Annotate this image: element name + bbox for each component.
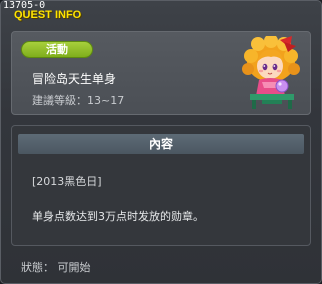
quest-type-badge: 活動 (21, 41, 93, 58)
quest-content-panel: 內容 [2013黑色日] 单身点数达到3万点时发放的勋章。 (11, 125, 311, 246)
quest-summary-panel: 活動 冒险岛天生单身 建議等級：13~17 (11, 31, 311, 115)
quest-status: 狀態： 可開始 (21, 261, 91, 274)
quest-info-window: 13705-0 QUEST INFO 活動 冒险岛天生单身 建議等級：13~17 (0, 0, 322, 284)
recommended-level: 建議等級：13~17 (32, 94, 125, 107)
content-description: 单身点数达到3万点时发放的勋章。 (32, 210, 204, 223)
quest-name: 冒险岛天生单身 (32, 72, 117, 86)
content-event-tag: [2013黑色日] (32, 175, 102, 188)
content-header: 內容 (18, 134, 304, 154)
window-title: QUEST INFO (14, 9, 82, 21)
npc-girl-portrait-icon (242, 36, 300, 109)
